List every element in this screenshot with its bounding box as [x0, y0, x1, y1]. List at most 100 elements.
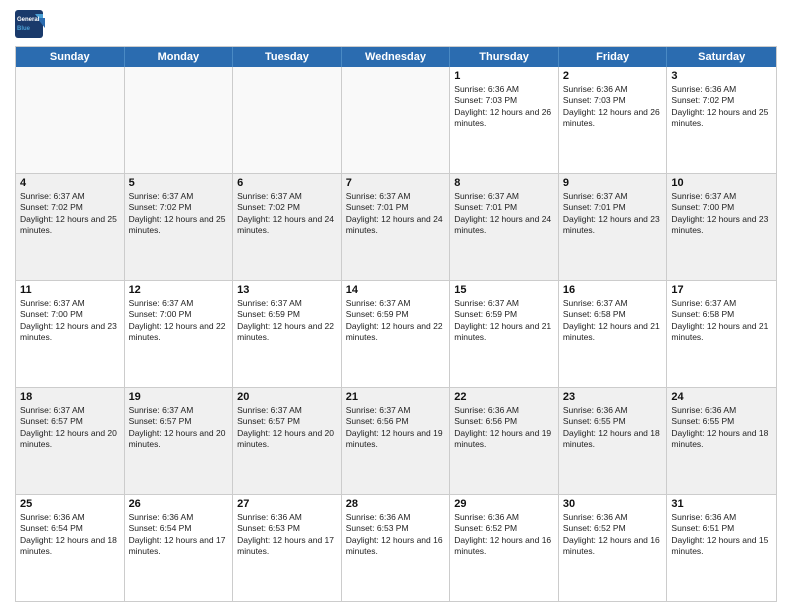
sun-info: Sunrise: 6:37 AMSunset: 6:59 PMDaylight:…: [454, 298, 554, 344]
sun-info: Sunrise: 6:37 AMSunset: 6:57 PMDaylight:…: [129, 405, 229, 451]
day-number: 10: [671, 177, 772, 189]
sun-info: Sunrise: 6:37 AMSunset: 6:59 PMDaylight:…: [237, 298, 337, 344]
sun-info: Sunrise: 6:36 AMSunset: 6:55 PMDaylight:…: [563, 405, 663, 451]
day-cell-31: 31 Sunrise: 6:36 AMSunset: 6:51 PMDayligh…: [667, 495, 776, 601]
calendar-body: 1Sunrise: 6:36 AMSunset: 7:03 PMDaylight…: [16, 67, 776, 601]
calendar-row-0: 1Sunrise: 6:36 AMSunset: 7:03 PMDaylight…: [16, 67, 776, 174]
calendar-row-3: 18 Sunrise: 6:37 AMSunset: 6:57 PMDayligh…: [16, 388, 776, 495]
day-cell-25: 25 Sunrise: 6:36 AMSunset: 6:54 PMDayligh…: [16, 495, 125, 601]
sun-info: Sunrise: 6:36 AMSunset: 6:55 PMDaylight:…: [671, 405, 772, 451]
empty-cell: [342, 67, 451, 173]
sun-info: Sunrise: 6:37 AMSunset: 6:57 PMDaylight:…: [20, 405, 120, 451]
day-number: 31: [671, 498, 772, 510]
sun-info: Sunrise: 6:37 AMSunset: 6:56 PMDaylight:…: [346, 405, 446, 451]
day-number: 11: [20, 284, 120, 296]
day-number: 16: [563, 284, 663, 296]
day-cell-12: 12Sunrise: 6:37 AMSunset: 7:00 PMDayligh…: [125, 281, 234, 387]
sun-info: Sunrise: 6:37 AMSunset: 7:01 PMDaylight:…: [346, 191, 446, 237]
day-number: 7: [346, 177, 446, 189]
day-number: 9: [563, 177, 663, 189]
calendar-row-2: 11 Sunrise: 6:37 AMSunset: 7:00 PMDayligh…: [16, 281, 776, 388]
day-number: 29: [454, 498, 554, 510]
sun-info: Sunrise: 6:37 AMSunset: 7:01 PMDaylight:…: [454, 191, 554, 237]
page-header: General Blue: [15, 10, 777, 38]
sun-info: Sunrise: 6:37 AMSunset: 7:00 PMDaylight:…: [671, 191, 772, 237]
calendar-header: SundayMondayTuesdayWednesdayThursdayFrid…: [16, 47, 776, 67]
day-number: 20: [237, 391, 337, 403]
day-cell-5: 5Sunrise: 6:37 AMSunset: 7:02 PMDaylight…: [125, 174, 234, 280]
day-number: 2: [563, 70, 663, 82]
day-header-sunday: Sunday: [16, 47, 125, 67]
day-header-wednesday: Wednesday: [342, 47, 451, 67]
day-cell-26: 26 Sunrise: 6:36 AMSunset: 6:54 PMDayligh…: [125, 495, 234, 601]
day-number: 8: [454, 177, 554, 189]
sun-info: Sunrise: 6:37 AMSunset: 6:57 PMDaylight:…: [237, 405, 337, 451]
sun-info: Sunrise: 6:37 AMSunset: 7:00 PMDaylight:…: [129, 298, 229, 344]
day-cell-30: 30 Sunrise: 6:36 AMSunset: 6:52 PMDayligh…: [559, 495, 668, 601]
calendar-row-4: 25 Sunrise: 6:36 AMSunset: 6:54 PMDayligh…: [16, 495, 776, 601]
svg-text:General: General: [17, 17, 40, 23]
day-number: 26: [129, 498, 229, 510]
empty-cell: [125, 67, 234, 173]
day-cell-4: 4 Sunrise: 6:37 AMSunset: 7:02 PMDaylight…: [16, 174, 125, 280]
logo-icon: General Blue: [15, 10, 45, 38]
day-number: 6: [237, 177, 337, 189]
day-cell-3: 3 Sunrise: 6:36 AMSunset: 7:02 PMDaylight…: [667, 67, 776, 173]
day-cell-14: 14 Sunrise: 6:37 AMSunset: 6:59 PMDayligh…: [342, 281, 451, 387]
page-container: General Blue SundayMondayTuesdayWednesda…: [0, 0, 792, 612]
day-header-thursday: Thursday: [450, 47, 559, 67]
sun-info: Sunrise: 6:37 AMSunset: 7:02 PMDaylight:…: [237, 191, 337, 237]
day-number: 24: [671, 391, 772, 403]
day-number: 17: [671, 284, 772, 296]
calendar: SundayMondayTuesdayWednesdayThursdayFrid…: [15, 46, 777, 602]
day-cell-8: 8 Sunrise: 6:37 AMSunset: 7:01 PMDaylight…: [450, 174, 559, 280]
sun-info: Sunrise: 6:36 AMSunset: 6:52 PMDaylight:…: [563, 512, 663, 558]
day-cell-17: 17Sunrise: 6:37 AMSunset: 6:58 PMDayligh…: [667, 281, 776, 387]
day-number: 30: [563, 498, 663, 510]
day-cell-24: 24 Sunrise: 6:36 AMSunset: 6:55 PMDayligh…: [667, 388, 776, 494]
day-number: 21: [346, 391, 446, 403]
day-header-monday: Monday: [125, 47, 234, 67]
day-number: 18: [20, 391, 120, 403]
day-cell-13: 13Sunrise: 6:37 AMSunset: 6:59 PMDayligh…: [233, 281, 342, 387]
day-number: 27: [237, 498, 337, 510]
day-number: 28: [346, 498, 446, 510]
sun-info: Sunrise: 6:37 AMSunset: 7:01 PMDaylight:…: [563, 191, 663, 237]
sun-info: Sunrise: 6:37 AMSunset: 7:00 PMDaylight:…: [20, 298, 120, 344]
day-number: 25: [20, 498, 120, 510]
day-header-saturday: Saturday: [667, 47, 776, 67]
svg-text:Blue: Blue: [17, 26, 31, 32]
day-number: 14: [346, 284, 446, 296]
day-cell-9: 9 Sunrise: 6:37 AMSunset: 7:01 PMDaylight…: [559, 174, 668, 280]
sun-info: Sunrise: 6:36 AMSunset: 6:56 PMDaylight:…: [454, 405, 554, 451]
day-number: 5: [129, 177, 229, 189]
day-cell-1: 1Sunrise: 6:36 AMSunset: 7:03 PMDaylight…: [450, 67, 559, 173]
sun-info: Sunrise: 6:36 AMSunset: 6:54 PMDaylight:…: [129, 512, 229, 558]
sun-info: Sunrise: 6:37 AMSunset: 7:02 PMDaylight:…: [20, 191, 120, 237]
day-number: 4: [20, 177, 120, 189]
sun-info: Sunrise: 6:37 AMSunset: 6:59 PMDaylight:…: [346, 298, 446, 344]
day-number: 23: [563, 391, 663, 403]
logo: General Blue: [15, 10, 47, 38]
sun-info: Sunrise: 6:36 AMSunset: 7:03 PMDaylight:…: [563, 84, 663, 130]
sun-info: Sunrise: 6:36 AMSunset: 7:02 PMDaylight:…: [671, 84, 772, 130]
empty-cell: [233, 67, 342, 173]
day-cell-7: 7 Sunrise: 6:37 AMSunset: 7:01 PMDaylight…: [342, 174, 451, 280]
day-cell-28: 28 Sunrise: 6:36 AMSunset: 6:53 PMDayligh…: [342, 495, 451, 601]
day-cell-6: 6 Sunrise: 6:37 AMSunset: 7:02 PMDaylight…: [233, 174, 342, 280]
sun-info: Sunrise: 6:37 AMSunset: 6:58 PMDaylight:…: [563, 298, 663, 344]
day-cell-18: 18 Sunrise: 6:37 AMSunset: 6:57 PMDayligh…: [16, 388, 125, 494]
day-header-tuesday: Tuesday: [233, 47, 342, 67]
day-cell-29: 29Sunrise: 6:36 AMSunset: 6:52 PMDayligh…: [450, 495, 559, 601]
empty-cell: [16, 67, 125, 173]
calendar-row-1: 4 Sunrise: 6:37 AMSunset: 7:02 PMDaylight…: [16, 174, 776, 281]
day-number: 19: [129, 391, 229, 403]
day-cell-21: 21 Sunrise: 6:37 AMSunset: 6:56 PMDayligh…: [342, 388, 451, 494]
sun-info: Sunrise: 6:36 AMSunset: 6:54 PMDaylight:…: [20, 512, 120, 558]
day-cell-22: 22Sunrise: 6:36 AMSunset: 6:56 PMDayligh…: [450, 388, 559, 494]
sun-info: Sunrise: 6:36 AMSunset: 6:51 PMDaylight:…: [671, 512, 772, 558]
day-cell-23: 23 Sunrise: 6:36 AMSunset: 6:55 PMDayligh…: [559, 388, 668, 494]
day-number: 3: [671, 70, 772, 82]
sun-info: Sunrise: 6:36 AMSunset: 6:53 PMDaylight:…: [346, 512, 446, 558]
day-number: 15: [454, 284, 554, 296]
